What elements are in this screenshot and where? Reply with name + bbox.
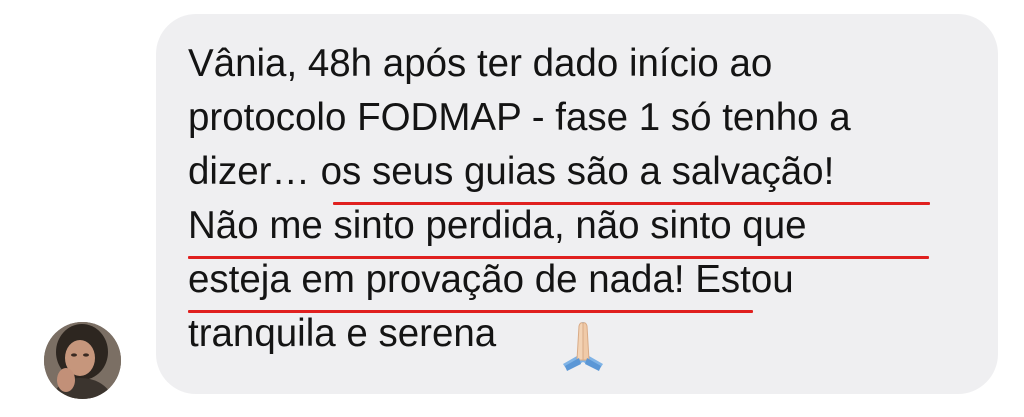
message-line-5: esteja em provação de nada! Estou [188, 258, 794, 301]
highlight-underline [333, 202, 930, 205]
highlight-underline [188, 256, 929, 259]
message-line-4: Não me sinto perdida, não sinto que [188, 204, 807, 247]
message-line-1: Vânia, 48h após ter dado início ao [188, 42, 773, 85]
avatar[interactable] [44, 322, 121, 399]
message-line-6: tranquila e serena [188, 312, 497, 355]
highlight-underline [188, 310, 753, 313]
message-line-3: dizer… os seus guias são a salvação! [188, 150, 835, 193]
message-line-2: protocolo FODMAP - fase 1 só tenho a [188, 96, 851, 139]
folded-hands-emoji [553, 320, 613, 372]
